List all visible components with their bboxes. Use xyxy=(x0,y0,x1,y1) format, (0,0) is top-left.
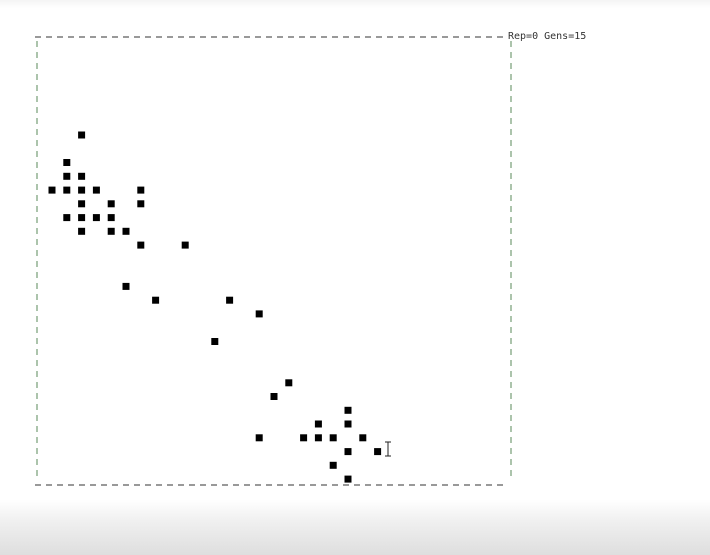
text-cursor-icon xyxy=(385,441,391,457)
live-cell xyxy=(63,214,71,222)
life-simulation-window: Rep=0 Gens=15 xyxy=(0,0,710,555)
live-cell xyxy=(344,475,352,483)
live-cell xyxy=(255,310,263,318)
live-cell xyxy=(48,186,56,194)
live-cell xyxy=(137,186,145,194)
live-cell xyxy=(63,159,71,166)
live-cell xyxy=(344,448,352,456)
live-cell xyxy=(314,420,322,428)
generation-status-text: Rep=0 Gens=15 xyxy=(508,31,587,42)
live-cell xyxy=(344,406,352,414)
live-cell xyxy=(226,296,234,304)
live-cell xyxy=(137,200,145,208)
live-cell xyxy=(107,227,115,235)
live-cell xyxy=(78,172,86,180)
live-cell xyxy=(137,241,145,249)
bottom-window-edge xyxy=(0,500,710,555)
live-cell xyxy=(329,434,337,442)
live-cell xyxy=(63,186,71,194)
live-cell xyxy=(92,186,100,194)
board-border xyxy=(35,36,512,486)
live-cell xyxy=(122,282,130,290)
live-cell xyxy=(270,393,278,400)
live-cell xyxy=(359,434,367,442)
live-cell xyxy=(122,227,130,235)
live-cell xyxy=(152,296,160,304)
live-cell xyxy=(285,379,293,387)
live-cells xyxy=(48,131,382,483)
live-cell xyxy=(78,186,86,194)
live-cell xyxy=(329,461,337,469)
live-cell xyxy=(107,200,115,208)
live-cell xyxy=(344,420,352,428)
live-cell xyxy=(78,131,86,139)
live-cell xyxy=(63,172,71,180)
live-cell xyxy=(255,434,263,442)
live-cell xyxy=(300,434,308,442)
live-cell xyxy=(374,448,382,456)
live-cell xyxy=(314,434,322,442)
live-cell xyxy=(78,200,86,208)
live-cell xyxy=(211,338,219,345)
live-cell xyxy=(78,214,86,222)
live-cell xyxy=(92,214,100,222)
live-cell xyxy=(78,227,86,235)
life-grid-board[interactable] xyxy=(0,0,710,555)
live-cell xyxy=(181,241,189,249)
live-cell xyxy=(107,214,115,222)
